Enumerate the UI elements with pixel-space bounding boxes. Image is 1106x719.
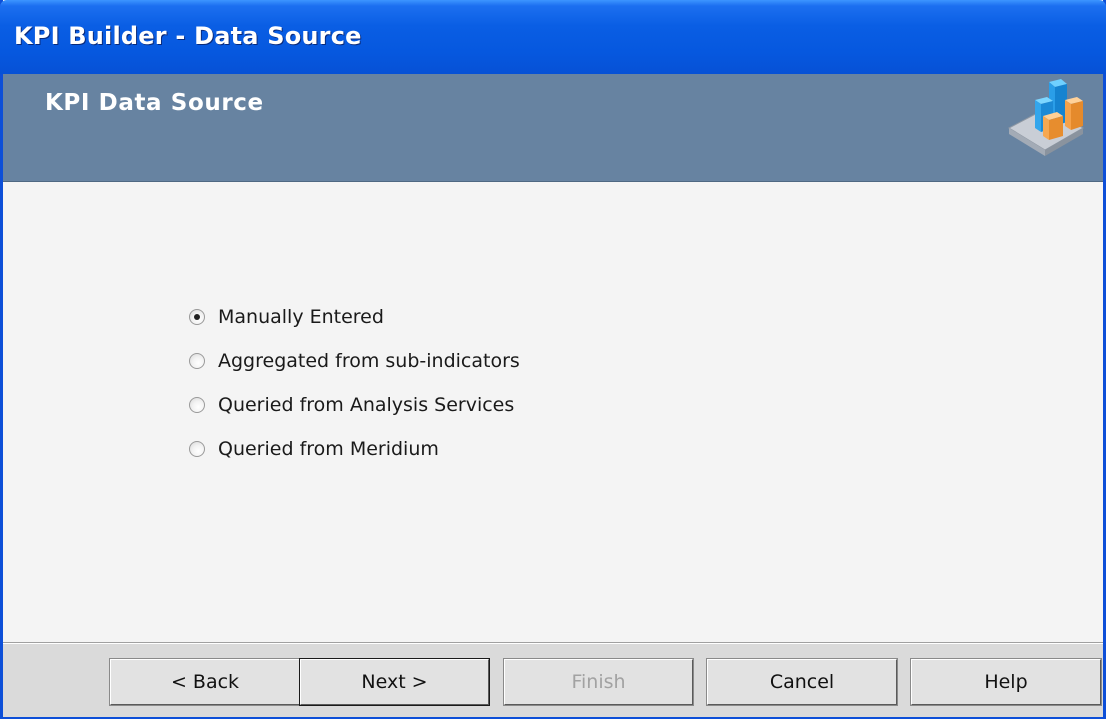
radio-button[interactable] (189, 397, 205, 413)
radio-button[interactable] (189, 353, 205, 369)
option-label[interactable]: Queried from Meridium (218, 438, 439, 460)
wizard-footer: < Back Next > Finish Cancel Help (3, 642, 1103, 717)
option-label[interactable]: Aggregated from sub-indicators (218, 350, 520, 372)
finish-button[interactable]: Finish (503, 658, 694, 706)
option-queried-from-analysis-services[interactable]: Queried from Analysis Services (189, 383, 520, 427)
wizard-content: Manually Entered Aggregated from sub-ind… (3, 182, 1103, 642)
kpi-builder-window: KPI Builder - Data Source KPI Data Sourc… (0, 0, 1106, 719)
option-queried-from-meridium[interactable]: Queried from Meridium (189, 427, 520, 471)
page-heading: KPI Data Source (45, 90, 264, 116)
option-manually-entered[interactable]: Manually Entered (189, 295, 520, 339)
cancel-button[interactable]: Cancel (706, 658, 898, 706)
option-aggregated-from-sub-indicators[interactable]: Aggregated from sub-indicators (189, 339, 520, 383)
radio-button[interactable] (189, 441, 205, 457)
option-label[interactable]: Manually Entered (218, 306, 384, 328)
help-button[interactable]: Help (910, 658, 1102, 706)
option-label[interactable]: Queried from Analysis Services (218, 394, 514, 416)
wizard-header: KPI Data Source (3, 74, 1103, 182)
title-bar[interactable]: KPI Builder - Data Source (0, 0, 1106, 74)
data-source-radio-group: Manually Entered Aggregated from sub-ind… (189, 295, 520, 471)
back-button[interactable]: < Back (109, 658, 301, 706)
kpi-chart-icon (1007, 79, 1085, 156)
radio-button[interactable] (189, 309, 205, 325)
next-button[interactable]: Next > (299, 658, 490, 706)
window-title: KPI Builder - Data Source (14, 22, 362, 50)
